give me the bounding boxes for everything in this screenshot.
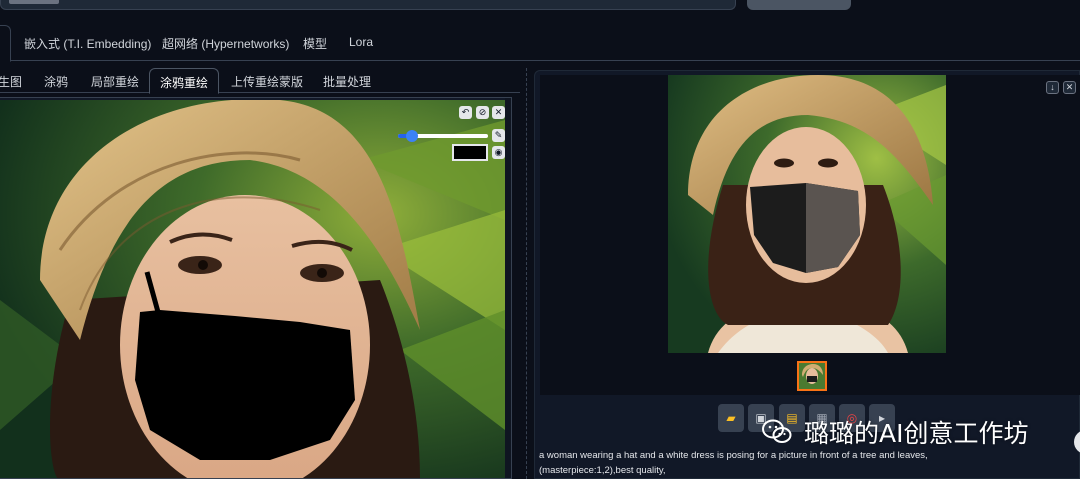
result-image[interactable]: [668, 75, 946, 353]
undo-icon[interactable]: ↶: [459, 106, 472, 119]
prompt-line: a woman wearing a hat and a white dress …: [539, 450, 928, 461]
tab-selected-edge[interactable]: [0, 25, 11, 62]
output-gallery: ↓ ✕: [540, 75, 1080, 395]
tab-inpaint-sketch[interactable]: 涂鸦重绘: [149, 68, 220, 94]
result-thumbnail[interactable]: [797, 361, 827, 391]
watermark: 璐璐的AI创意工作坊: [762, 414, 1028, 450]
folder-icon[interactable]: ▰: [718, 404, 744, 432]
brush-color-swatch[interactable]: [452, 144, 488, 161]
palette-icon[interactable]: ◉: [492, 146, 505, 159]
tab-ti-embedding[interactable]: 嵌入式 (T.I. Embedding): [24, 35, 151, 52]
prompt-input-edge[interactable]: [0, 0, 736, 10]
woman-photo-result: [668, 75, 946, 353]
thumbnail-image: [799, 363, 825, 389]
editor-canvas[interactable]: [0, 100, 505, 478]
close-icon[interactable]: ✕: [1063, 81, 1076, 94]
editor-scroll-edge: [505, 98, 511, 478]
clear-icon[interactable]: ⊘: [476, 106, 489, 119]
tab-inpaint-upload[interactable]: 上传重绘蒙版: [231, 73, 303, 90]
tab-inpaint[interactable]: 局部重绘: [91, 73, 139, 90]
panel-divider: [526, 68, 527, 479]
sketch-editor[interactable]: ↶ ⊘ ✕ ✎ ◉: [0, 97, 512, 479]
brush-size-slider[interactable]: [398, 130, 488, 142]
brush-size-handle[interactable]: [405, 130, 418, 142]
tab-lora[interactable]: Lora: [349, 35, 373, 49]
watermark-text: 璐璐的AI创意工作坊: [804, 419, 1029, 448]
close-icon[interactable]: ✕: [492, 106, 505, 119]
prompt-line: (masterpiece:1,2),best quality,: [539, 465, 666, 476]
generate-button-edge[interactable]: [747, 0, 851, 10]
tab-img2img[interactable]: 生图: [0, 73, 22, 90]
img2img-mode-tabs: 生图 涂鸦 局部重绘 涂鸦重绘 上传重绘蒙版 批量处理: [0, 68, 520, 94]
brush-icon[interactable]: ✎: [492, 129, 505, 142]
resize-handle[interactable]: [9, 0, 59, 4]
tab-hypernetworks[interactable]: 超网络 (Hypernetworks): [162, 35, 289, 52]
tab-batch[interactable]: 批量处理: [323, 73, 371, 90]
generation-info: a woman wearing a hat and a white dress …: [539, 448, 1059, 478]
download-icon[interactable]: ↓: [1046, 81, 1059, 94]
wechat-logo-icon: [762, 418, 792, 446]
tab-sketch[interactable]: 涂鸦: [44, 73, 68, 90]
extra-networks-tabs: 嵌入式 (T.I. Embedding) 超网络 (Hypernetworks)…: [0, 25, 1080, 62]
woman-photo-with-mask: [0, 100, 505, 478]
tab-models[interactable]: 模型: [303, 35, 327, 52]
